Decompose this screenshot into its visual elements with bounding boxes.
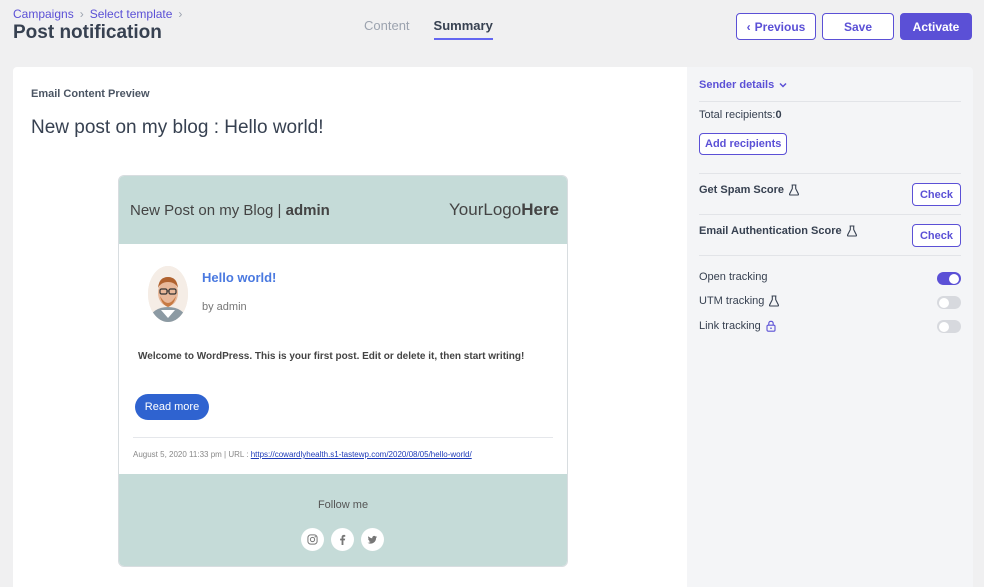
add-recipients-row: Add recipients (699, 133, 961, 155)
post-title-link[interactable]: Hello world! (202, 270, 276, 285)
twitter-icon[interactable] (361, 528, 384, 551)
recipients-label: Total recipients: (699, 109, 776, 121)
sender-details-toggle[interactable]: Sender details (699, 79, 961, 91)
add-recipients-button[interactable]: Add recipients (699, 133, 788, 155)
breadcrumb: Campaigns › Select template › (13, 7, 182, 21)
follow-label: Follow me (317, 499, 369, 511)
open-tracking-toggle[interactable] (937, 272, 961, 285)
flask-icon (768, 295, 780, 307)
post-excerpt: Welcome to WordPress. This is your first… (138, 351, 525, 362)
breadcrumb-campaigns[interactable]: Campaigns (13, 7, 74, 21)
check-spam-button[interactable]: Check (912, 183, 961, 206)
utm-tracking-label: UTM tracking (699, 295, 765, 307)
spam-score-label: Get Spam Score (699, 184, 784, 196)
email-header-title: New Post on my Blog | admin (130, 202, 330, 219)
logo-text: YourLogo (449, 200, 522, 219)
post-summary: Hello world! by admin (148, 266, 276, 322)
link-tracking-row: Link tracking (699, 320, 961, 332)
breadcrumb-separator: › (178, 7, 183, 21)
link-tracking-toggle[interactable] (937, 320, 961, 333)
post-meta-text: August 5, 2020 11:33 pm | URL : (133, 450, 251, 459)
email-subject: New post on my blog : Hello world! (31, 117, 324, 138)
email-preview: New Post on my Blog | admin YourLogoHere (118, 175, 568, 567)
header-title-author: admin (285, 201, 330, 219)
utm-tracking-toggle[interactable] (937, 296, 961, 309)
activate-button[interactable]: Activate (900, 13, 972, 40)
open-tracking-row: Open tracking (699, 271, 961, 283)
divider (699, 214, 961, 215)
divider (699, 101, 961, 102)
post-url-link[interactable]: https://cowardlyhealth.s1-tastewp.com/20… (251, 450, 472, 459)
previous-label: Previous (754, 19, 806, 34)
breadcrumb-select-template[interactable]: Select template (90, 7, 173, 21)
link-tracking-label: Link tracking (699, 320, 761, 332)
flask-icon (846, 225, 858, 237)
divider (133, 437, 553, 438)
header-title-text: New Post on my Blog | (130, 201, 286, 219)
content-preview-card: Email Content Preview New post on my blo… (13, 67, 687, 587)
divider (699, 255, 961, 256)
chevron-left-icon: ‹ (746, 19, 751, 34)
check-auth-button[interactable]: Check (912, 224, 961, 247)
facebook-icon[interactable] (331, 528, 354, 551)
post-meta: August 5, 2020 11:33 pm | URL : https://… (133, 450, 472, 459)
instagram-icon[interactable] (301, 528, 324, 551)
email-header: New Post on my Blog | admin YourLogoHere (119, 176, 567, 244)
total-recipients: Total recipients: 0 (699, 109, 961, 121)
chevron-down-icon (778, 80, 788, 90)
save-button[interactable]: Save (822, 13, 894, 40)
top-actions: ‹ Previous Save Activate (736, 13, 972, 40)
page-title: Post notification (13, 22, 162, 43)
tab-content[interactable]: Content (364, 18, 410, 40)
flask-icon (788, 184, 800, 196)
preview-section-label: Email Content Preview (31, 88, 150, 100)
breadcrumb-separator: › (79, 7, 84, 21)
open-tracking-label: Open tracking (699, 271, 768, 283)
read-more-button[interactable]: Read more (135, 394, 209, 420)
summary-sidebar: Sender details Total recipients: 0 Add r… (687, 67, 973, 587)
previous-button[interactable]: ‹ Previous (736, 13, 816, 40)
social-links (301, 528, 384, 551)
author-avatar (148, 266, 188, 322)
email-footer: Follow me (119, 474, 567, 566)
recipients-count: 0 (775, 109, 782, 121)
tab-summary[interactable]: Summary (433, 18, 493, 40)
logo: YourLogoHere (449, 200, 559, 220)
auth-score-label: Email Authentication Score (699, 225, 842, 237)
lock-icon (765, 320, 777, 332)
post-author: by admin (202, 301, 247, 313)
logo-bold-text: Here (521, 200, 559, 219)
utm-tracking-row: UTM tracking (699, 295, 961, 307)
divider (699, 173, 961, 174)
sender-details-label: Sender details (699, 79, 775, 91)
step-tabs: Content Summary (364, 18, 493, 40)
